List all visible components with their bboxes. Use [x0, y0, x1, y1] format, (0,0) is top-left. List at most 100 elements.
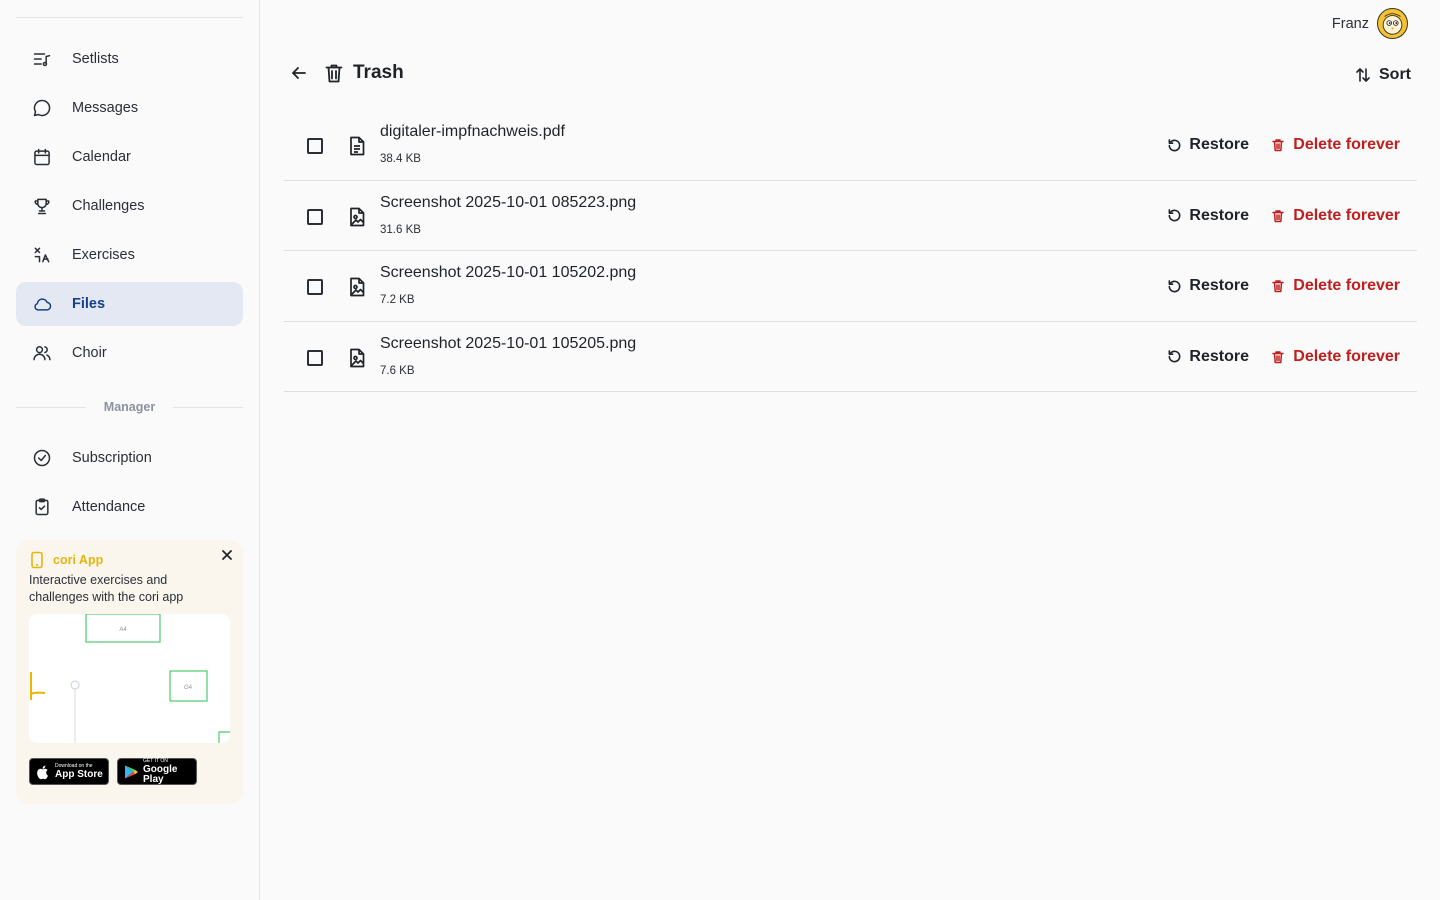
- setlist-icon: [32, 49, 52, 69]
- user-name: Franz: [1331, 15, 1369, 32]
- sidebar-item-files[interactable]: Files: [16, 282, 243, 326]
- clipboard-check-icon: [32, 497, 52, 517]
- file-name: digitaler-impfnachweis.pdf: [380, 123, 565, 140]
- file-size: 31.6 KB: [380, 223, 421, 236]
- avatar: [1377, 8, 1408, 39]
- sidebar-item-label: Exercises: [72, 247, 135, 263]
- restore-icon: [1167, 279, 1182, 294]
- section-label: Manager: [103, 400, 156, 414]
- google-play-big-text: Google Play: [143, 763, 178, 785]
- restore-label: Restore: [1189, 277, 1249, 294]
- restore-icon: [1167, 208, 1182, 223]
- sidebar-item-challenges[interactable]: Challenges: [16, 184, 243, 228]
- app-promo-card: cori App Interactive exercises and chall…: [16, 540, 243, 804]
- section-divider: Manager: [16, 397, 243, 417]
- table-row: digitaler-impfnachweis.pdf 38.4 KB Resto…: [284, 110, 1417, 181]
- delete-forever-button[interactable]: Delete forever: [1271, 136, 1400, 154]
- file-size: 7.2 KB: [380, 294, 415, 306]
- promo-description: Interactive exercises and challenges wit…: [29, 573, 184, 604]
- file-name: Screenshot 2025-10-01 105205.png: [380, 334, 637, 352]
- message-icon: [32, 98, 52, 118]
- back-arrow-icon[interactable]: [289, 63, 309, 83]
- restore-icon: [1167, 138, 1182, 153]
- document-icon: [346, 135, 368, 157]
- restore-label: Restore: [1189, 136, 1249, 153]
- users-icon: [32, 343, 52, 363]
- sidebar-item-label: Choir: [72, 345, 107, 361]
- trophy-icon: [32, 196, 52, 216]
- delete-forever-button[interactable]: Delete forever: [1271, 348, 1400, 366]
- main-content: Franz Trash Sort digitaler-impfnachweis.…: [261, 0, 1440, 900]
- sidebar-item-label: Attendance: [72, 499, 146, 515]
- restore-label: Restore: [1189, 347, 1249, 365]
- sidebar-item-label: Setlists: [72, 51, 119, 67]
- trash-icon: [323, 62, 345, 84]
- file-name: Screenshot 2025-10-01 105202.png: [380, 264, 637, 281]
- delete-forever-label: Delete forever: [1293, 347, 1400, 365]
- page-title: Trash: [353, 62, 404, 83]
- restore-icon: [1167, 349, 1182, 364]
- delete-forever-button[interactable]: Delete forever: [1271, 277, 1400, 295]
- phone-icon: [29, 551, 45, 569]
- image-file-icon: [346, 347, 368, 369]
- file-checkbox[interactable]: [307, 279, 323, 295]
- table-row: Screenshot 2025-10-01 105205.png 7.6 KB …: [284, 322, 1417, 392]
- file-list: digitaler-impfnachweis.pdf 38.4 KB Resto…: [284, 110, 1417, 392]
- page-header: Trash: [289, 62, 404, 84]
- sidebar-item-label: Subscription: [72, 450, 152, 466]
- file-checkbox[interactable]: [307, 208, 323, 225]
- restore-button[interactable]: Restore: [1167, 277, 1249, 295]
- restore-label: Restore: [1189, 206, 1249, 224]
- preview-label-a4: A4: [119, 627, 127, 633]
- google-play-small-text: GET IT ON: [143, 757, 168, 764]
- app-store-badge[interactable]: Download on the App Store: [29, 758, 109, 785]
- restore-button[interactable]: Restore: [1167, 348, 1249, 366]
- sort-arrows-icon: [1355, 67, 1371, 83]
- exercises-icon: [32, 245, 52, 265]
- image-file-icon: [346, 276, 368, 298]
- trash-icon: [1271, 350, 1285, 364]
- user-menu[interactable]: Franz: [1332, 8, 1408, 39]
- file-checkbox[interactable]: [307, 349, 323, 366]
- delete-forever-button[interactable]: Delete forever: [1271, 207, 1400, 225]
- sidebar-top-divider: [16, 17, 243, 18]
- delete-forever-label: Delete forever: [1293, 136, 1400, 153]
- sidebar-item-exercises[interactable]: Exercises: [16, 233, 243, 277]
- sort-label: Sort: [1379, 66, 1411, 83]
- trash-icon: [1271, 279, 1285, 293]
- app-store-big-text: App Store: [55, 768, 103, 780]
- sidebar-item-choir[interactable]: Choir: [16, 331, 243, 375]
- sidebar-item-messages[interactable]: Messages: [16, 86, 243, 130]
- sort-button[interactable]: Sort: [1355, 66, 1411, 84]
- sidebar-item-attendance[interactable]: Attendance: [16, 485, 243, 529]
- file-checkbox[interactable]: [307, 138, 323, 154]
- google-play-badge[interactable]: GET IT ON Google Play: [117, 758, 197, 785]
- cloud-icon: [32, 294, 52, 314]
- sidebar-item-label: Challenges: [72, 198, 145, 214]
- delete-forever-label: Delete forever: [1293, 277, 1400, 294]
- trash-icon: [1271, 138, 1285, 152]
- app-preview-image: A4 G4: [29, 614, 230, 743]
- restore-button[interactable]: Restore: [1167, 207, 1249, 225]
- delete-forever-label: Delete forever: [1293, 206, 1400, 224]
- image-file-icon: [346, 206, 368, 228]
- restore-button[interactable]: Restore: [1167, 136, 1249, 154]
- calendar-icon: [32, 147, 52, 167]
- app-store-small-text: Download on the: [55, 762, 93, 769]
- file-size: 7.6 KB: [380, 364, 415, 377]
- promo-title: cori App: [53, 553, 104, 567]
- apple-icon: [35, 764, 51, 780]
- trash-icon: [1271, 209, 1285, 223]
- sidebar-item-setlists[interactable]: Setlists: [16, 37, 243, 81]
- google-play-icon: [123, 764, 139, 780]
- check-circle-icon: [32, 448, 52, 468]
- sidebar-item-label: Calendar: [72, 149, 131, 165]
- table-row: Screenshot 2025-10-01 105202.png 7.2 KB …: [284, 251, 1417, 322]
- sidebar-item-label: Files: [72, 296, 106, 312]
- file-name: Screenshot 2025-10-01 085223.png: [380, 193, 637, 211]
- close-icon[interactable]: [220, 548, 234, 562]
- sidebar-item-subscription[interactable]: Subscription: [16, 436, 243, 480]
- sidebar-item-calendar[interactable]: Calendar: [16, 135, 243, 179]
- table-row: Screenshot 2025-10-01 085223.png 31.6 KB…: [284, 181, 1417, 251]
- file-size: 38.4 KB: [380, 153, 421, 165]
